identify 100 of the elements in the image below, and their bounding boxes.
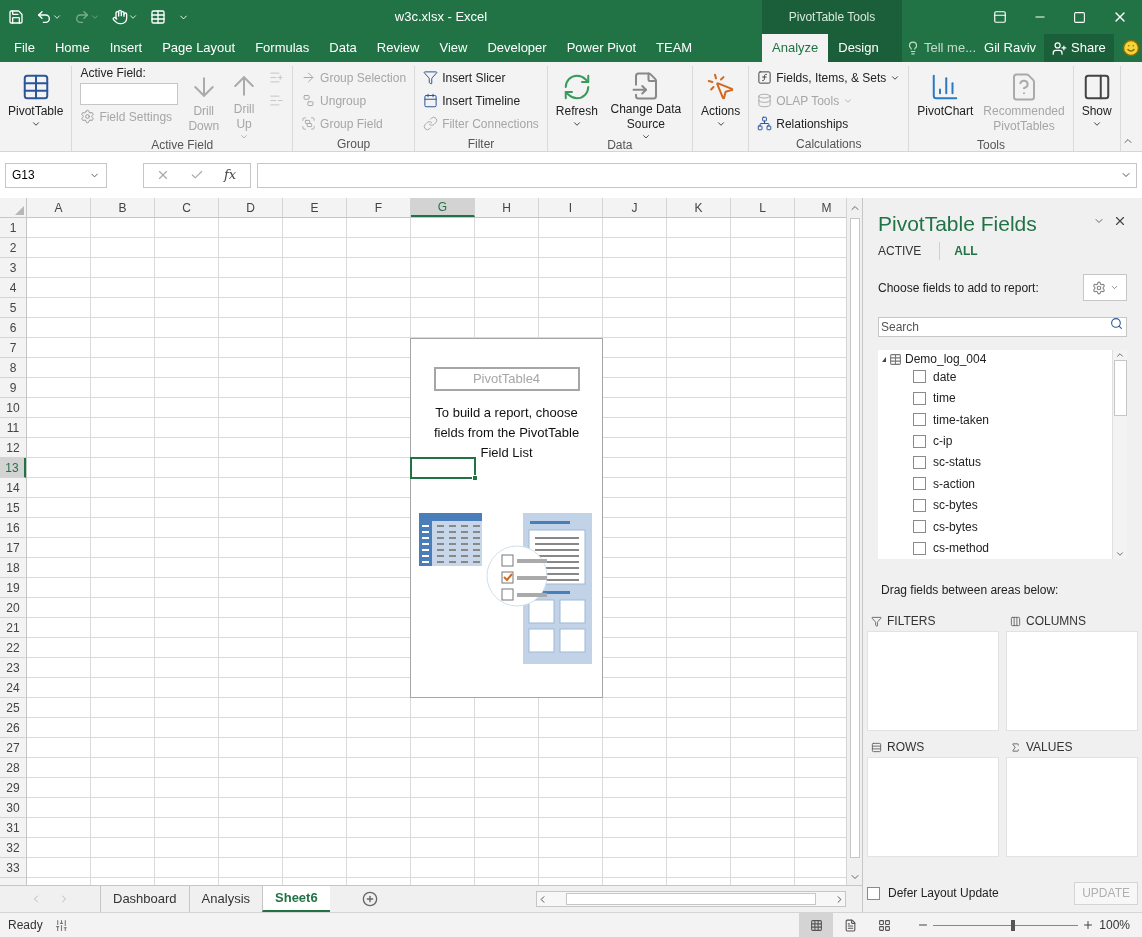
table-name[interactable]: Demo_log_004 [905,350,987,368]
maximize-icon[interactable] [1073,10,1086,24]
ribbon-tab[interactable]: File [4,34,45,62]
field-checkbox[interactable] [913,434,926,448]
row-header[interactable]: 14 [0,478,26,498]
ribbon-tab[interactable]: Power Pivot [556,34,647,62]
ribbon-button[interactable]: Show [1077,66,1116,142]
ribbon-tab[interactable]: Analyze [762,34,829,62]
row-header[interactable]: 15 [0,498,26,518]
save-icon[interactable] [8,9,24,25]
pivot-placeholder[interactable]: PivotTable4 To build a report, choose fields from the PivotTable Field List [410,338,603,698]
formula-input[interactable] [257,162,1137,188]
row-header[interactable]: 23 [0,658,26,678]
search-icon[interactable] [1110,317,1123,330]
row-header[interactable]: 6 [0,318,26,338]
row-header[interactable]: 29 [0,778,26,798]
ribbon-tab[interactable]: View [429,34,478,62]
row-header[interactable]: 31 [0,818,26,838]
ribbon-button[interactable]: Actions [696,66,745,142]
scroll-thumb[interactable] [1113,360,1127,416]
ribbon-button[interactable]: Fields, Items, & Sets [753,66,905,89]
horizontal-scrollbar[interactable] [536,891,846,907]
row-header[interactable]: 13 [0,458,26,478]
redo-icon[interactable] [74,9,90,25]
scroll-down-icon[interactable] [1115,549,1125,559]
field-checkbox[interactable] [913,455,926,469]
field-checkbox[interactable] [913,477,926,491]
field-label[interactable]: cs-method [933,539,990,558]
smiley-icon[interactable] [1121,39,1140,57]
ribbon-button[interactable]: Insert Timeline [419,89,543,112]
ribbon-tab[interactable]: Review [366,34,430,62]
row-header[interactable]: 22 [0,638,26,658]
ribbon-tab[interactable]: Developer [477,34,557,62]
ribbon-button[interactable]: PivotTable [4,66,68,142]
ribbon-tab[interactable]: Design [828,34,889,62]
selected-cell[interactable] [410,457,476,479]
zoom-slider-thumb[interactable] [1010,919,1015,931]
row-header[interactable]: 27 [0,738,26,758]
column-header[interactable]: C [155,198,219,217]
field-checkbox[interactable] [913,541,926,555]
field-label[interactable]: time-taken [933,410,990,429]
row-header[interactable]: 7 [0,338,26,358]
defer-label[interactable]: Defer Layout Update [888,884,999,902]
ribbon-button[interactable]: Insert Slicer [419,66,543,89]
ribbon-tab[interactable]: Page Layout [152,34,246,62]
field-label[interactable]: s-action [933,474,976,493]
row-header[interactable]: 3 [0,258,26,278]
user-name[interactable]: Gil Raviv [984,38,1037,58]
column-header[interactable]: D [219,198,283,217]
touch-mode-icon[interactable] [112,9,128,25]
close-icon[interactable] [1113,214,1127,228]
row-header[interactable]: 19 [0,578,26,598]
row-header[interactable]: 8 [0,358,26,378]
row-header[interactable]: 30 [0,798,26,818]
row-header[interactable]: 18 [0,558,26,578]
pane-tab[interactable]: ALL [939,242,996,260]
row-header[interactable]: 1 [0,218,26,238]
row-header[interactable]: 33 [0,858,26,878]
row-header[interactable]: 5 [0,298,26,318]
ribbon-tab[interactable]: Insert [99,34,153,62]
column-header[interactable]: G [411,198,475,217]
active-field-input[interactable] [80,83,179,105]
vertical-scrollbar[interactable] [846,198,862,885]
row-header[interactable]: 4 [0,278,26,298]
scroll-up-icon[interactable] [1115,350,1125,360]
column-header[interactable]: L [731,198,795,217]
column-header[interactable]: I [539,198,603,217]
enter-icon[interactable] [190,168,204,182]
field-checkbox[interactable] [913,370,926,384]
tell-me-field[interactable]: Tell me... [906,38,976,58]
zoom-in-icon[interactable] [1082,919,1094,931]
row-header[interactable]: 16 [0,518,26,538]
row-header[interactable]: 20 [0,598,26,618]
pane-tab[interactable]: ACTIVE [878,242,940,260]
field-checkbox[interactable] [913,498,926,512]
ribbon-button[interactable]: PivotChart [913,66,978,142]
ribbon-button[interactable]: Refresh [551,66,602,142]
field-label[interactable]: sc-bytes [933,496,978,515]
ribbon-tab[interactable]: Data [319,34,367,62]
new-sheet-icon[interactable] [361,891,378,907]
row-header[interactable]: 10 [0,398,26,418]
field-checkbox[interactable] [913,413,926,427]
scroll-thumb[interactable] [566,893,816,905]
undo-icon[interactable] [36,9,52,25]
expanded-triangle-icon[interactable] [882,356,886,362]
insert-function-button[interactable]: fx [224,165,237,185]
ribbon-display-icon[interactable] [993,10,1007,24]
field-checkbox[interactable] [913,391,926,405]
ribbon-tab[interactable]: TEAM [646,34,703,62]
column-header[interactable]: J [603,198,667,217]
row-header[interactable]: 11 [0,418,26,438]
normal-view-icon[interactable] [799,913,833,937]
column-header[interactable]: E [283,198,347,217]
column-header[interactable]: A [27,198,91,217]
row-header[interactable]: 28 [0,758,26,778]
column-header[interactable]: H [475,198,539,217]
field-label[interactable]: sc-status [933,453,981,472]
sheet-tab[interactable]: Sheet6 [262,886,330,912]
field-label[interactable]: time [933,389,956,408]
row-header[interactable]: 32 [0,838,26,858]
